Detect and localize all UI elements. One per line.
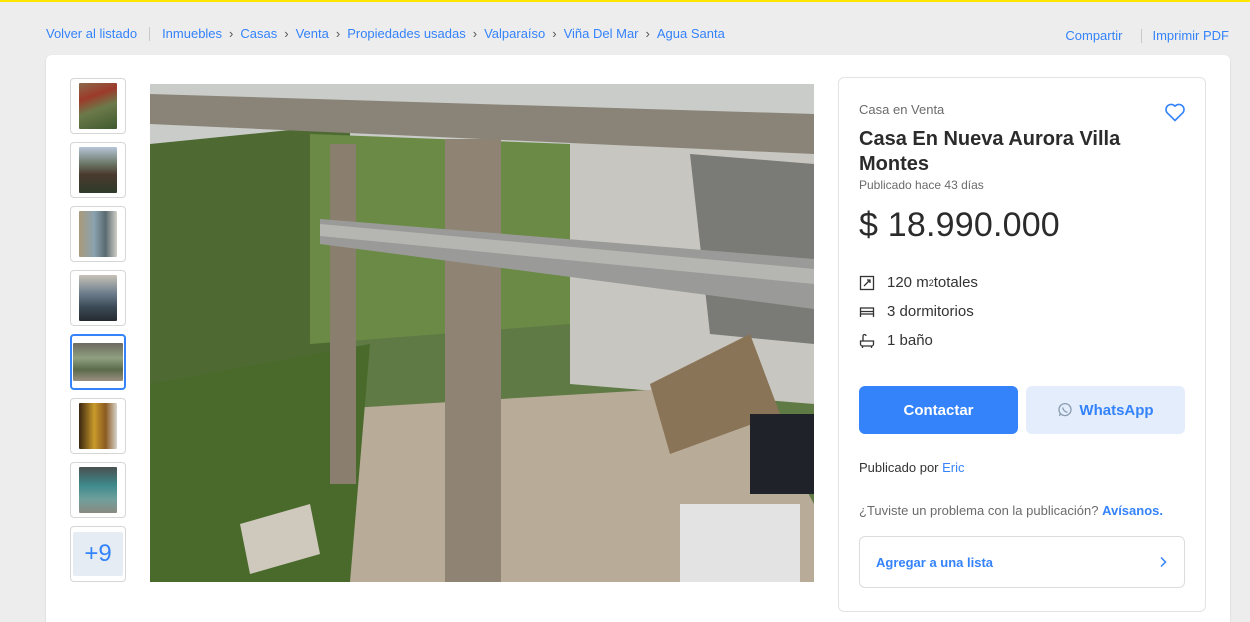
add-to-list-button[interactable]: Agregar a una lista bbox=[859, 536, 1185, 588]
feature-area-suffix: totales bbox=[933, 274, 978, 291]
heart-icon[interactable] bbox=[1163, 100, 1187, 124]
crumb-vina-del-mar[interactable]: Viña Del Mar bbox=[564, 26, 639, 41]
chevron-right-icon: › bbox=[472, 26, 478, 41]
house-photo-icon bbox=[79, 403, 117, 449]
breadcrumb: Volver al listado Inmuebles › Casas › Ve… bbox=[46, 26, 725, 41]
thumbnail-3[interactable] bbox=[70, 206, 126, 262]
listing-price: $ 18.990.000 bbox=[859, 206, 1060, 244]
crumb-inmuebles[interactable]: Inmuebles bbox=[162, 26, 222, 41]
chevron-right-icon: › bbox=[645, 26, 650, 41]
bed-icon bbox=[859, 306, 875, 317]
whatsapp-button[interactable]: WhatsApp bbox=[1026, 386, 1185, 434]
add-to-list-label: Agregar a una lista bbox=[876, 554, 994, 570]
more-photos-button[interactable]: +9 bbox=[70, 526, 126, 582]
published-time: Publicado hace 43 días bbox=[859, 178, 984, 192]
crumb-agua-santa[interactable]: Agua Santa bbox=[657, 26, 725, 41]
chevron-right-icon bbox=[1160, 556, 1167, 568]
top-actions: Compartir Imprimir PDF bbox=[1065, 28, 1229, 43]
whatsapp-label: WhatsApp bbox=[1079, 401, 1154, 419]
crumb-venta[interactable]: Venta bbox=[296, 26, 329, 41]
house-photo-icon bbox=[73, 343, 123, 381]
chevron-right-icon: › bbox=[552, 26, 557, 41]
chevron-right-icon: › bbox=[335, 26, 341, 41]
feature-bedrooms-label: 3 dormitorios bbox=[887, 303, 974, 320]
published-by: Publicado por Eric bbox=[859, 460, 965, 475]
published-by-prefix: Publicado por bbox=[859, 460, 939, 475]
contact-button[interactable]: Contactar bbox=[859, 386, 1018, 434]
thumbnail-5-selected[interactable] bbox=[70, 334, 126, 390]
feature-area: 120 m2 totales bbox=[859, 274, 978, 291]
porch-photo-icon bbox=[150, 84, 814, 582]
thumbnail-4[interactable] bbox=[70, 270, 126, 326]
report-problem: ¿Tuviste un problema con la publicación?… bbox=[859, 503, 1163, 518]
chevron-right-icon: › bbox=[229, 26, 234, 41]
listing-title: Casa En Nueva Aurora Villa Montes bbox=[859, 128, 1121, 175]
house-photo-icon bbox=[79, 467, 117, 513]
bathtub-icon bbox=[859, 333, 875, 348]
thumbnail-1[interactable] bbox=[70, 78, 126, 134]
breadcrumb-divider bbox=[149, 26, 151, 41]
feature-bathrooms-label: 1 baño bbox=[887, 332, 933, 349]
whatsapp-icon bbox=[1058, 402, 1073, 417]
crumb-propiedades-usadas[interactable]: Propiedades usadas bbox=[347, 26, 466, 41]
report-problem-link[interactable]: Avísanos. bbox=[1102, 503, 1163, 518]
top-accent-line bbox=[0, 0, 1250, 2]
house-photo-icon bbox=[79, 211, 117, 257]
more-photos-label: +9 bbox=[73, 532, 123, 576]
listing-subtitle: Casa en Venta bbox=[859, 102, 945, 117]
share-link[interactable]: Compartir bbox=[1065, 28, 1122, 43]
thumbnail-2[interactable] bbox=[70, 142, 126, 198]
crumb-valparaiso[interactable]: Valparaíso bbox=[484, 26, 545, 41]
feature-area-number: 120 m bbox=[887, 274, 929, 291]
area-icon bbox=[859, 275, 875, 290]
top-actions-divider bbox=[1141, 28, 1143, 43]
back-to-list-link[interactable]: Volver al listado bbox=[46, 26, 137, 41]
main-photo[interactable] bbox=[150, 84, 814, 582]
thumbnail-6[interactable] bbox=[70, 398, 126, 454]
chevron-right-icon: › bbox=[284, 26, 289, 41]
seller-link[interactable]: Eric bbox=[942, 460, 964, 475]
house-photo-icon bbox=[79, 147, 117, 193]
listing-info-panel: Casa en Venta Casa En Nueva Aurora Villa… bbox=[838, 77, 1206, 612]
feature-bedrooms: 3 dormitorios bbox=[859, 303, 974, 320]
report-problem-text: ¿Tuviste un problema con la publicación? bbox=[859, 503, 1099, 518]
listing-card: +9 Casa en Venta Casa En Nueva Aurora Vi… bbox=[46, 55, 1230, 622]
crumb-casas[interactable]: Casas bbox=[240, 26, 277, 41]
print-pdf-link[interactable]: Imprimir PDF bbox=[1152, 28, 1229, 43]
house-photo-icon bbox=[79, 83, 117, 129]
thumbnail-strip: +9 bbox=[70, 78, 126, 590]
feature-bathrooms: 1 baño bbox=[859, 332, 933, 349]
thumbnail-7[interactable] bbox=[70, 462, 126, 518]
house-photo-icon bbox=[79, 275, 117, 321]
